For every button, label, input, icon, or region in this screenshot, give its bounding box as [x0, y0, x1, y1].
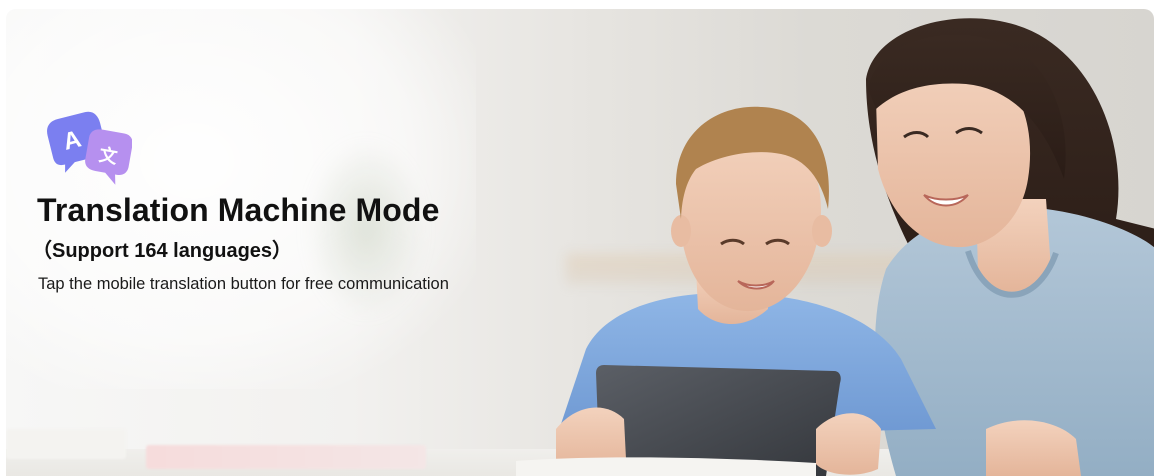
banner-subtitle: （Support 164 languages）	[32, 240, 293, 262]
translate-bubbles-icon: A 文	[47, 111, 132, 185]
banner-description: Tap the mobile translation button for fr…	[38, 275, 449, 293]
background-book-pink	[146, 445, 426, 469]
background-book	[6, 429, 126, 459]
banner-title: Translation Machine Mode	[37, 192, 440, 228]
mother-child-tablet-photo	[516, 18, 1154, 476]
feature-banner: A 文 Translation Machine Mode （Support 16…	[6, 9, 1154, 476]
